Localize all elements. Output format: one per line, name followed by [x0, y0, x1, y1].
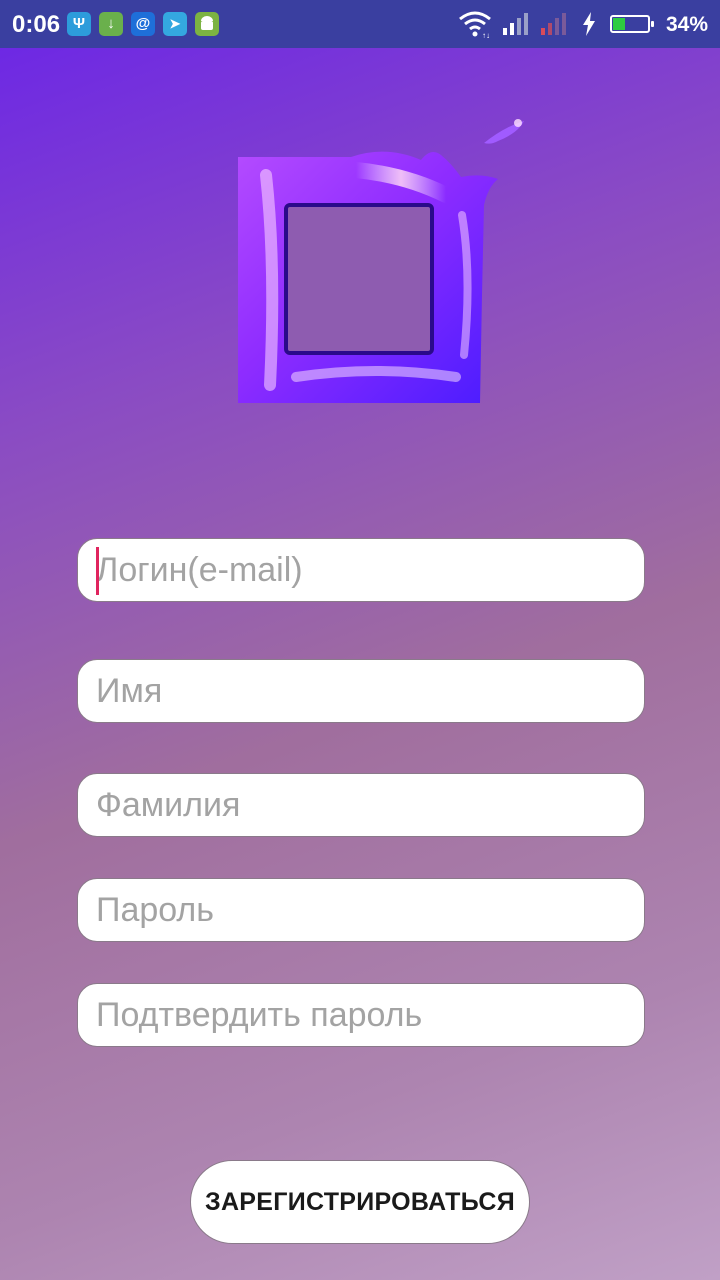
email-icon: @	[131, 12, 155, 36]
signal-sim1-icon	[503, 13, 528, 35]
last-name-field[interactable]	[77, 773, 645, 837]
last-name-input[interactable]	[96, 774, 626, 836]
confirm-password-input[interactable]	[96, 984, 626, 1046]
svg-text:↑↓: ↑↓	[482, 31, 490, 38]
status-time: 0:06	[12, 11, 61, 38]
password-input[interactable]	[96, 879, 626, 941]
first-name-field[interactable]	[77, 659, 645, 723]
battery-level	[613, 18, 626, 30]
login-field[interactable]	[77, 538, 645, 602]
password-field[interactable]	[77, 878, 645, 942]
confirm-password-field[interactable]	[77, 983, 645, 1047]
wifi-icon: ↑↓	[459, 11, 491, 38]
login-input[interactable]	[96, 539, 626, 601]
text-cursor	[96, 547, 99, 595]
signal-sim2-icon	[541, 13, 566, 35]
status-bar: 0:06 Ψ ↓ @ ➤ ↑↓ 34%	[0, 0, 720, 48]
app-logo	[238, 119, 524, 403]
registration-screen: 0:06 Ψ ↓ @ ➤ ↑↓ 34% Логин(e-mail) Имя Фа…	[0, 0, 720, 1280]
status-indicators: ↑↓ 34%	[458, 10, 708, 38]
register-button[interactable]: ЗАРЕГИСТРИРОВАТЬСЯ	[190, 1160, 530, 1244]
battery-percent: 34%	[665, 13, 708, 36]
battery-icon	[610, 15, 654, 33]
charging-icon	[583, 12, 595, 36]
usb-icon: Ψ	[67, 12, 91, 36]
download-icon: ↓	[99, 12, 123, 36]
first-name-input[interactable]	[96, 660, 626, 722]
telegram-icon: ➤	[163, 12, 187, 36]
android-icon	[195, 12, 219, 36]
